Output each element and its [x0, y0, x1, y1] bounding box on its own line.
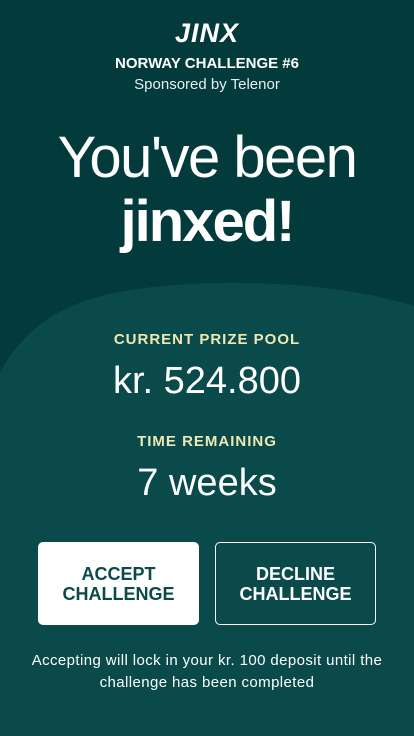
sponsor-text: Sponsored by Telenor — [134, 76, 280, 93]
decline-challenge-button[interactable]: DECLINE CHALLENGE — [215, 542, 376, 625]
headline-line-2: jinxed! — [120, 189, 296, 254]
challenge-title: NORWAY CHALLENGE #6 — [115, 55, 299, 72]
prize-pool-value: kr. 524.800 — [112, 360, 302, 402]
prize-pool-label: CURRENT PRIZE POOL — [113, 331, 301, 348]
decline-challenge-label: DECLINE CHALLENGE — [239, 563, 352, 604]
challenge-screen: JINX NORWAY CHALLENGE #6 Sponsored by Te… — [0, 0, 414, 736]
jinx-logo: JINX — [174, 18, 240, 48]
headline-line-1: You've been — [57, 125, 358, 190]
time-remaining-label: TIME REMAINING — [137, 433, 277, 450]
accept-challenge-button[interactable]: ACCEPT CHALLENGE — [38, 542, 199, 625]
deposit-notice: Accepting will lock in your kr. 100 depo… — [31, 652, 383, 691]
time-remaining-value: 7 weeks — [137, 462, 277, 504]
accept-challenge-label: ACCEPT CHALLENGE — [62, 563, 175, 604]
